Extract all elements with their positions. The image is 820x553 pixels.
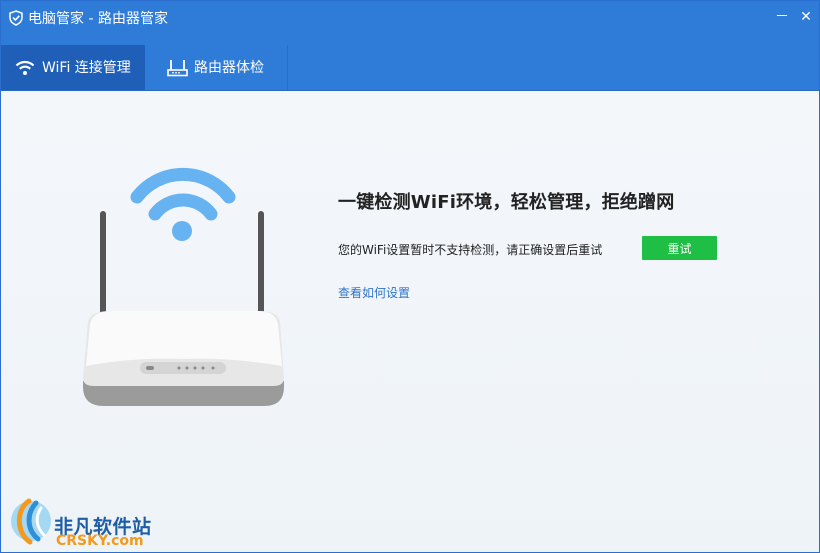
router-antenna-right [258,211,264,316]
tab-router-checkup[interactable]: 路由器体检 [145,45,288,90]
tab-wifi-label: WiFi 连接管理 [42,60,131,76]
help-link[interactable]: 查看如何设置 [338,285,410,301]
router-top-highlight [86,311,282,366]
router-led [177,366,181,370]
wifi-icon [15,60,35,75]
close-button[interactable]: ✕ [798,9,814,25]
watermark-english-text: CRSKY.com [56,533,144,549]
router-power-led [146,366,154,370]
wifi-signal-inner [148,193,218,221]
wifi-signal-dot [172,221,192,241]
page-headline: 一键检测WiFi环境，轻松管理，拒绝蹭网 [338,192,675,213]
router-led [201,366,205,370]
router-led [193,366,197,370]
router-led [211,366,215,370]
router-icon [167,60,188,77]
shield-icon [9,10,23,26]
tab-bar: WiFi 连接管理 路由器体检 [1,45,819,91]
app-window: 电脑管家 - 路由器管家 － ✕ WiFi 连接管理 路由器体检 一键检测WiF… [0,0,820,553]
router-illustration [83,167,284,406]
retry-button[interactable]: 重试 [642,236,717,260]
tab-router-label: 路由器体检 [194,60,264,76]
minimize-button[interactable]: － [774,9,790,25]
title-bar[interactable]: 电脑管家 - 路由器管家 － ✕ [1,1,819,45]
router-led [185,366,189,370]
router-antenna-left [100,211,106,316]
status-message: 您的WiFi设置暂时不支持检测，请正确设置后重试 [338,243,603,257]
window-title: 电脑管家 - 路由器管家 [28,11,168,27]
tab-wifi-management[interactable]: WiFi 连接管理 [1,45,145,90]
